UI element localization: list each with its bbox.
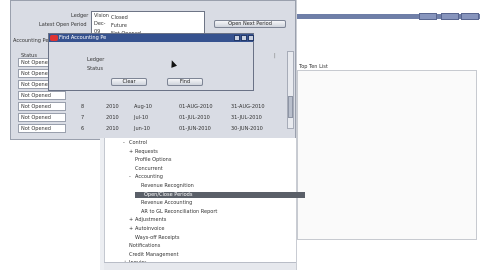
from-cell: 01-AUG-2010: [179, 104, 213, 110]
to-cell: 30-JUN-2010: [231, 126, 263, 132]
nav-item[interactable]: AR to GL Reconciliation Report: [135, 209, 217, 215]
nav-item-label: Accounting: [135, 174, 163, 181]
dropdown-option[interactable]: Closed: [110, 14, 204, 22]
clear-button[interactable]: Clear: [111, 78, 147, 86]
nav-item-label: Profile Options: [135, 157, 172, 164]
nav-item-label: Requests: [135, 148, 158, 155]
top-ten-box: [297, 70, 477, 240]
dialog-title: Find Accounting Pe: [59, 35, 107, 41]
table-row[interactable]: Not Opened: [16, 91, 286, 101]
year-cell: 2010: [106, 126, 119, 132]
oracle-icon: [50, 35, 58, 41]
nav-item[interactable]: Revenue Recognition: [135, 183, 194, 189]
nav-item-label: Notifications: [129, 243, 161, 250]
nav-item-label: AR to GL Reconciliation Report: [141, 208, 218, 215]
year-cell: 2010: [106, 104, 119, 110]
nav-item-label: Concurrent: [135, 165, 163, 172]
nav-item-label: Open/Close Periods: [144, 191, 193, 198]
nav-item-label: Control: [129, 140, 148, 146]
status-cell[interactable]: Not Opened: [18, 91, 66, 100]
from-cell: 01-JUL-2010: [179, 115, 210, 121]
num-cell: 6: [81, 126, 85, 132]
header-bar: [297, 13, 480, 20]
accounting-periods-label: Accounting Pe: [13, 38, 49, 44]
status-cell[interactable]: Not Opened: [18, 113, 66, 122]
to-cell: 31-AUG-2010: [231, 104, 265, 110]
dialog-status-label: Status: [87, 66, 103, 72]
header-tab-1[interactable]: [419, 13, 437, 20]
table-row[interactable]: Not Opened 8 2010 Aug-10 01-AUG-2010 31-AUG-2…: [16, 102, 286, 112]
latest-open-value: Dec-09: [94, 21, 106, 35]
nav-item[interactable]: - Control: [123, 140, 147, 146]
name-cell: Aug-10: [134, 104, 152, 110]
nav-item-label: Revenue Recognition: [141, 183, 194, 189]
to-cell: 31-JUL-2010: [231, 115, 262, 121]
nav-item-label: Autoinvoice: [135, 226, 165, 232]
nav-item[interactable]: Ways-off Receipts: [129, 235, 180, 241]
nav-item[interactable]: Concurrent: [129, 166, 163, 172]
nav-item[interactable]: - Accounting: [129, 174, 163, 180]
num-cell: 8: [81, 104, 85, 110]
dialog-ledger-label: Ledger: [87, 57, 105, 63]
nav-item-label: Ways-off Receipts: [135, 234, 180, 241]
nav-item[interactable]: Revenue Accounting: [135, 200, 192, 206]
nav-item[interactable]: Credit Management: [123, 252, 179, 258]
nav-item[interactable]: Profile Options: [129, 157, 171, 163]
find-button[interactable]: Find: [167, 78, 203, 86]
maximize-icon[interactable]: [241, 35, 247, 41]
num-cell: 7: [81, 115, 85, 121]
name-cell: Jul-10: [134, 115, 149, 121]
nav-item[interactable]: + Autoinvoice: [129, 226, 164, 232]
nav-item[interactable]: + Requests: [129, 149, 158, 155]
dropdown-option[interactable]: Future: [110, 22, 204, 30]
header-tab-3[interactable]: [461, 13, 479, 20]
from-cell: 01-JUN-2010: [179, 126, 211, 132]
navigator-tree: - Control + Requests Profile Options Concurre…: [104, 138, 305, 270]
minimize-icon[interactable]: [234, 35, 240, 41]
find-periods-dialog: Find Accounting Pe Ledger Status Clear F…: [48, 33, 254, 91]
home-page-pane: Top Ten List: [296, 0, 480, 270]
header-tab-2[interactable]: [441, 13, 459, 20]
dialog-title-bar: Find Accounting Pe: [49, 34, 254, 42]
open-next-period-button[interactable]: Open Next Period: [214, 20, 286, 28]
status-cell[interactable]: Not Opened: [18, 102, 66, 111]
scrollbar-thumb[interactable]: [288, 96, 293, 118]
close-icon[interactable]: [248, 35, 254, 41]
ledger-label: Ledger: [71, 13, 89, 19]
nav-item-label: Credit Management: [129, 251, 179, 258]
year-cell: 2010: [106, 115, 119, 121]
table-row[interactable]: Not Opened 6 2010 Jun-10 01-JUN-2010 30-JUN-2…: [16, 124, 286, 134]
navigator-scrollbar[interactable]: [104, 262, 296, 270]
nav-item-label: Adjustments: [135, 217, 167, 224]
status-cell[interactable]: Not Opened: [18, 124, 66, 133]
nav-item-label: Revenue Accounting: [141, 200, 193, 207]
nav-item[interactable]: + Adjustments: [129, 217, 166, 223]
nav-item[interactable]: Open/Close Periods: [135, 191, 305, 198]
table-row[interactable]: Not Opened 7 2010 Jul-10 01-JUL-2010 31-JUL-2…: [16, 113, 286, 123]
nav-item[interactable]: Notifications: [123, 243, 160, 249]
name-cell: Jun-10: [134, 126, 150, 132]
periods-scrollbar[interactable]: [287, 51, 294, 129]
desktop: Top Ten List Ledger Latest Open Period A…: [0, 0, 480, 270]
latest-open-period-label: Latest Open Period: [39, 22, 87, 28]
